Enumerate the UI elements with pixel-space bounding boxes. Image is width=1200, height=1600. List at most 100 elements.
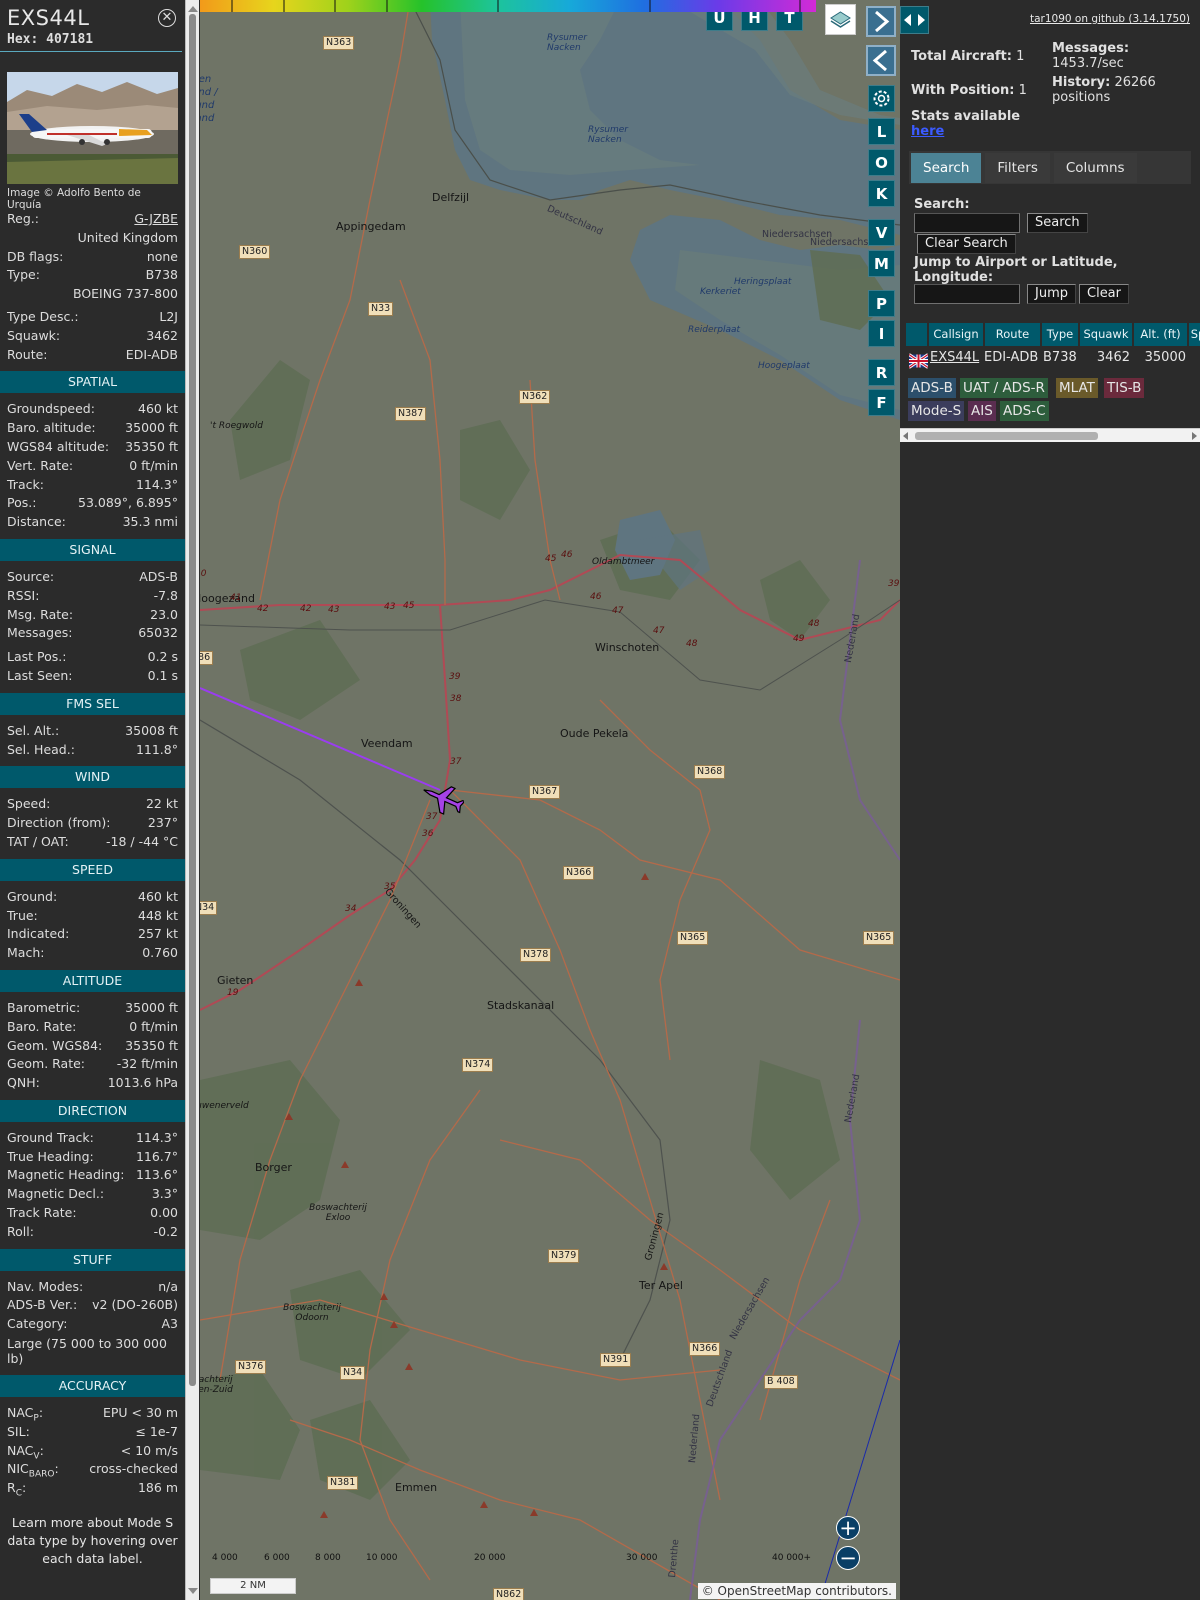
info-row-label[interactable]: Barometric: xyxy=(7,999,80,1018)
scroll-up-icon[interactable] xyxy=(188,6,198,12)
info-row-label[interactable]: Baro. Rate: xyxy=(7,1018,76,1037)
info-row-label[interactable]: Squawk: xyxy=(7,327,60,346)
info-row-label[interactable]: True Heading: xyxy=(7,1148,94,1167)
info-row-label[interactable]: Type: xyxy=(7,266,40,285)
toggle-l-button[interactable]: L xyxy=(868,118,895,145)
legend-ais[interactable]: AIS xyxy=(968,401,996,421)
toggle-v-button[interactable]: V xyxy=(868,219,895,246)
info-row-label[interactable]: Geom. WGS84: xyxy=(7,1037,102,1056)
settings-button[interactable] xyxy=(868,85,895,112)
info-row-label[interactable]: Msg. Rate: xyxy=(7,606,73,625)
info-row-label[interactable]: Magnetic Heading: xyxy=(7,1166,124,1185)
column-squawk[interactable]: Squawk xyxy=(1080,323,1134,346)
info-row-label[interactable]: True: xyxy=(7,907,38,926)
scroll-down-icon[interactable] xyxy=(188,1588,198,1594)
info-row-label[interactable]: SIL: xyxy=(7,1423,30,1442)
legend-ads-c[interactable]: ADS-C xyxy=(1000,401,1049,421)
info-row-label[interactable]: DB flags: xyxy=(7,248,63,267)
toggle-o-button[interactable]: O xyxy=(868,149,895,176)
info-row-label[interactable]: Type Desc.: xyxy=(7,308,79,327)
column-callsign[interactable]: Callsign xyxy=(929,323,985,346)
toggle-i-button[interactable]: I xyxy=(868,320,895,347)
info-row-label[interactable]: Track Rate: xyxy=(7,1204,77,1223)
info-row-label[interactable]: Groundspeed: xyxy=(7,400,95,419)
tab-filters[interactable]: Filters xyxy=(985,153,1050,183)
info-row-label[interactable]: Vert. Rate: xyxy=(7,457,73,476)
close-icon[interactable]: ✕ xyxy=(158,9,176,27)
collapse-left-button[interactable] xyxy=(866,45,896,76)
info-row-label[interactable]: Magnetic Decl.: xyxy=(7,1185,104,1204)
info-row-label[interactable]: Track: xyxy=(7,476,44,495)
toggle-f-button[interactable]: F xyxy=(868,389,895,416)
search-input[interactable] xyxy=(914,213,1020,233)
clear-button[interactable]: Clear xyxy=(1079,284,1129,304)
info-row-label[interactable]: QNH: xyxy=(7,1074,40,1093)
info-row-label[interactable]: Mach: xyxy=(7,944,44,963)
column-altitude[interactable]: Alt. (ft) xyxy=(1134,323,1189,346)
info-row-label[interactable]: Speed: xyxy=(7,795,50,814)
info-row-label[interactable]: Pos.: xyxy=(7,494,36,513)
info-row-label[interactable]: Large (75 000 to 300 000 lb) xyxy=(7,1336,178,1366)
table-horizontal-scrollbar[interactable] xyxy=(900,428,1200,442)
aircraft-photo[interactable] xyxy=(7,72,178,184)
toggle-r-button[interactable]: R xyxy=(868,359,895,386)
info-row-label[interactable]: TAT / OAT: xyxy=(7,833,69,852)
info-row-label[interactable]: RSSI: xyxy=(7,587,39,606)
info-row-label[interactable]: Ground Track: xyxy=(7,1129,94,1148)
info-row-label[interactable]: Messages: xyxy=(7,624,73,643)
info-row-label[interactable]: ADS-B Ver.: xyxy=(7,1296,77,1315)
info-row-value[interactable]: G-JZBE xyxy=(134,210,178,229)
info-row-label[interactable]: Category: xyxy=(7,1315,67,1334)
info-row-label[interactable]: Sel. Head.: xyxy=(7,741,75,760)
info-row-label[interactable]: NACV: xyxy=(7,1442,44,1462)
search-button[interactable]: Search xyxy=(1027,213,1088,233)
zoom-out-icon[interactable]: − xyxy=(836,1546,860,1570)
info-row-label[interactable]: WGS84 altitude: xyxy=(7,438,109,457)
info-row-label[interactable]: Roll: xyxy=(7,1223,34,1242)
info-row-label[interactable]: Reg.: xyxy=(7,210,39,229)
info-row-label[interactable]: Nav. Modes: xyxy=(7,1278,83,1297)
stats-link[interactable]: here xyxy=(911,124,944,139)
jump-input[interactable] xyxy=(914,284,1020,304)
legend-tis-b[interactable]: TIS-B xyxy=(1104,378,1145,398)
info-panel-scrollbar[interactable] xyxy=(185,0,199,1600)
tab-search[interactable]: Search xyxy=(911,153,982,183)
clear-search-button[interactable]: Clear Search xyxy=(917,234,1016,254)
info-row-label[interactable]: Last Seen: xyxy=(7,667,72,686)
info-row-label[interactable]: NACP: xyxy=(7,1404,43,1424)
map-view[interactable]: Appingedam Delfzijl Hoogezand Winschoten Vee… xyxy=(200,0,900,1600)
info-row-label[interactable]: NICBARO: xyxy=(7,1460,59,1480)
scrollbar-thumb[interactable] xyxy=(915,432,1098,440)
info-row-label[interactable]: Direction (from): xyxy=(7,814,111,833)
scroll-right-icon[interactable] xyxy=(1192,432,1197,440)
toggle-p-button[interactable]: P xyxy=(868,290,895,317)
column-flag[interactable] xyxy=(906,323,929,346)
column-speed[interactable]: Sp xyxy=(1189,323,1200,346)
info-row-label[interactable]: Baro. altitude: xyxy=(7,419,96,438)
map-attribution[interactable]: © OpenStreetMap contributors. xyxy=(697,1583,896,1599)
info-row-label[interactable]: RC: xyxy=(7,1479,26,1499)
expand-right-button[interactable] xyxy=(866,6,896,37)
legend-ads-b[interactable]: ADS-B xyxy=(908,378,956,398)
aircraft-marker-icon[interactable] xyxy=(420,780,464,816)
column-route[interactable]: Route xyxy=(985,323,1042,346)
toggle-sidebar-button[interactable] xyxy=(900,6,929,34)
info-row-label[interactable]: Geom. Rate: xyxy=(7,1055,85,1074)
info-row-label[interactable]: Ground: xyxy=(7,888,57,907)
column-type[interactable]: Type xyxy=(1042,323,1080,346)
info-row-label[interactable]: Sel. Alt.: xyxy=(7,722,59,741)
info-row-label[interactable]: Last Pos.: xyxy=(7,648,66,667)
jump-button[interactable]: Jump xyxy=(1027,284,1076,304)
legend-mode-s[interactable]: Mode-S xyxy=(908,401,965,421)
info-row-label[interactable]: Indicated: xyxy=(7,925,69,944)
toggle-m-button[interactable]: M xyxy=(868,250,895,277)
toggle-k-button[interactable]: K xyxy=(868,180,895,207)
zoom-in-icon[interactable]: + xyxy=(836,1516,860,1540)
info-row-label[interactable]: Source: xyxy=(7,568,54,587)
scroll-left-icon[interactable] xyxy=(903,432,908,440)
info-row-label[interactable]: Route: xyxy=(7,346,48,365)
legend-mlat[interactable]: MLAT xyxy=(1056,378,1098,398)
scrollbar-thumb[interactable] xyxy=(189,14,196,1386)
info-row-label[interactable]: Distance: xyxy=(7,513,66,532)
legend-uat-ads-r[interactable]: UAT / ADS-R xyxy=(960,378,1048,398)
